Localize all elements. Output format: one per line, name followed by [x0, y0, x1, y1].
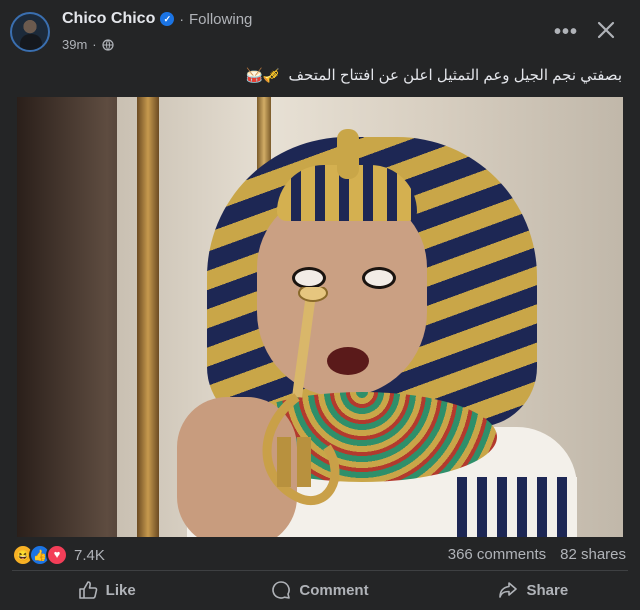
post-header: Chico Chico ✓ · Following 39m · ••• [0, 0, 640, 62]
right-eye [362, 267, 396, 289]
comments-count[interactable]: 366 comments [448, 546, 546, 563]
divider [12, 570, 628, 571]
comment-label: Comment [299, 581, 369, 599]
like-label: Like [105, 581, 136, 599]
trumpet [262, 287, 340, 506]
reaction-count: 7.4K [74, 546, 105, 564]
post-caption: بصفتي نجم الجيل وعم التمثيل اعلن عن افتت… [245, 66, 622, 84]
golden-pole [137, 97, 159, 537]
more-options-button[interactable]: ••• [552, 18, 580, 46]
post-actions: Like Comment Share [0, 572, 640, 608]
left-eye [292, 267, 326, 289]
close-button[interactable] [592, 16, 620, 44]
love-icon: ♥ [46, 544, 68, 566]
post-meta: 39m · [62, 37, 114, 52]
meta-dot: · [92, 37, 97, 52]
globe-icon [102, 38, 114, 51]
thumbs-up-icon [78, 581, 98, 599]
cobra-ornament [337, 129, 359, 179]
comment-icon [272, 581, 291, 599]
like-button[interactable]: Like [0, 572, 213, 608]
share-label: Share [526, 581, 569, 599]
comment-button[interactable]: Comment [213, 572, 426, 608]
follow-status[interactable]: Following [189, 11, 252, 28]
share-icon [499, 582, 518, 598]
shares-count[interactable]: 82 shares [560, 546, 626, 563]
caption-text: بصفتي نجم الجيل وعم التمثيل اعلن عن افتت… [288, 67, 622, 84]
separator-dot: · [179, 11, 185, 27]
post-stats: 366 comments 82 shares [448, 546, 626, 563]
post-time[interactable]: 39m [62, 37, 87, 52]
author-avatar[interactable] [10, 12, 50, 52]
caption-emojis: 🎺🥁 [245, 67, 281, 83]
post-video[interactable] [17, 97, 623, 537]
author-row: Chico Chico ✓ · Following [62, 10, 252, 28]
reactions-summary[interactable]: 😆 👍 ♥ 7.4K [12, 544, 105, 566]
share-button[interactable]: Share [427, 572, 640, 608]
verified-badge-icon: ✓ [160, 12, 175, 26]
close-icon [597, 21, 615, 39]
author-name[interactable]: Chico Chico [62, 10, 155, 28]
robe-stripes [457, 477, 577, 537]
